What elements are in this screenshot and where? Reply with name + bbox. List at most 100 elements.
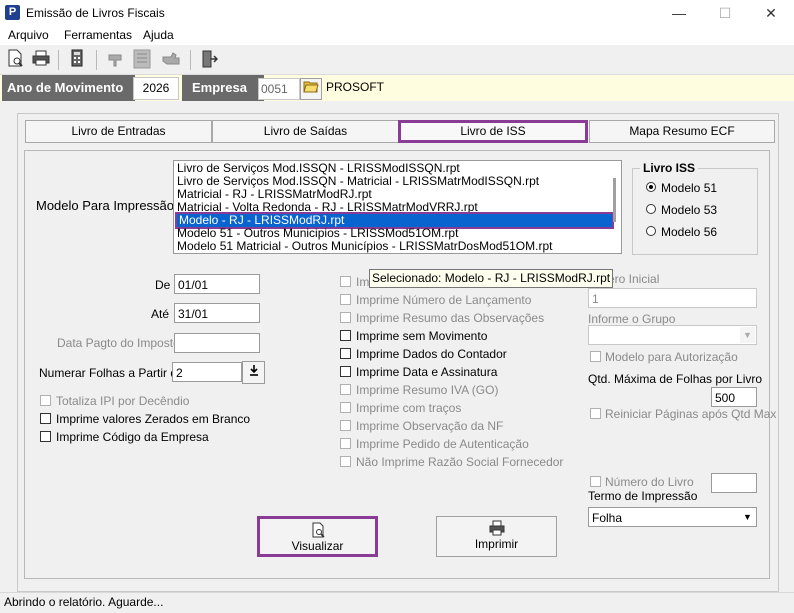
radio-label: Modelo 53 [661,203,718,217]
data-pagto-field[interactable] [174,333,260,353]
checkbox-sem-movimento[interactable] [340,330,351,341]
checkbox-totaliza-ipi[interactable] [40,395,51,406]
radio-modelo-56[interactable] [646,226,656,236]
checkbox-label: Imprime valores Zerados em Branco [56,412,251,426]
termo-value: Folha [592,511,623,525]
numero-inicial-field[interactable]: 1 [588,288,757,308]
checkbox-label: Imprime Observação da NF [356,419,504,433]
checkbox-label: Imprime com traços [356,401,462,415]
grupo-select[interactable]: ▼ [588,325,757,345]
print-icon [437,520,556,537]
new-document-icon[interactable] [4,49,26,71]
checkbox-dados-contador[interactable] [340,348,351,359]
list-scrollbar[interactable] [613,178,616,222]
ano-label: Ano de Movimento [2,75,135,101]
checkbox-resumo-observacoes[interactable] [340,312,351,323]
menu-arquivo[interactable]: Arquivo [8,28,49,42]
de-field[interactable]: 01/01 [174,274,260,294]
checkbox-razao-social[interactable] [340,456,351,467]
checkbox-com-tracos[interactable] [340,402,351,413]
checkbox-valores-zerados[interactable] [40,413,51,424]
download-arrow-icon[interactable] [242,361,265,384]
visualizar-button[interactable]: Visualizar [257,516,378,557]
checkbox-modelo-autorizacao[interactable] [590,351,601,362]
folder-open-icon[interactable] [300,78,322,100]
grupo-label: Informe o Grupo [588,312,676,326]
ano-field[interactable]: 2026 [133,77,179,100]
empresa-label: Empresa [182,75,264,101]
radio-label: Modelo 51 [661,181,718,195]
print-icon[interactable] [30,49,52,71]
checkbox-label: Imprime Data e Assinatura [356,365,498,379]
maximize-button[interactable]: ☐ [702,0,748,26]
notes-icon[interactable] [131,49,153,71]
radio-modelo-53[interactable] [646,204,656,214]
minimize-button[interactable]: — [656,0,702,26]
checkbox-label: Imprime Código da Empresa [56,430,209,444]
calculator-icon[interactable] [66,49,88,71]
numerar-label: Numerar Folhas a Partir de [39,366,184,380]
de-label: De [155,278,171,292]
qtd-max-field[interactable]: 500 [711,387,757,407]
imprimir-button[interactable]: Imprimir [436,516,557,557]
qtd-max-label: Qtd. Máxima de Folhas por Livro [588,372,763,386]
radio-label: Modelo 56 [661,225,718,239]
checkbox-label: Reiniciar Páginas após Qtd Max [605,407,777,421]
checkbox-label: Imprime Número de Lançamento [356,293,532,307]
toolbar-separator [58,50,59,70]
checkbox-label: Número do Livro [605,475,694,489]
numerar-field[interactable]: 2 [172,362,242,382]
termo-select[interactable]: Folha ▼ [588,507,757,527]
exit-door-icon[interactable] [198,49,220,71]
checkbox-middle-0[interactable] [340,276,351,287]
chevron-down-icon[interactable]: ▼ [740,327,755,343]
checkbox-resumo-iva[interactable] [340,384,351,395]
data-pagto-label: Data Pagto do Imposto [57,336,180,350]
numero-livro-field[interactable] [711,473,757,493]
pointing-hand-icon[interactable] [160,49,182,71]
checkbox-observacao-nf[interactable] [340,420,351,431]
window-title: Emissão de Livros Fiscais [26,6,165,20]
ate-field[interactable]: 31/01 [174,303,260,323]
checkbox-label: Não Imprime Razão Social Fornecedor [356,455,564,469]
modelo-label: Modelo Para Impressão [36,198,175,213]
ate-label: Até [151,307,170,321]
checkbox-numero-livro[interactable] [590,476,601,487]
status-text: Abrindo o relatório. Aguarde... [4,595,164,609]
tab-mapa-resumo-ecf[interactable]: Mapa Resumo ECF [589,120,775,143]
chevron-down-icon[interactable]: ▼ [740,509,755,525]
checkbox-label: Imprime Resumo IVA (GO) [356,383,499,397]
checkbox-label: Im [356,275,370,289]
menu-ajuda[interactable]: Ajuda [143,28,174,42]
tab-livro-saidas[interactable]: Livro de Saídas [212,120,399,143]
checkbox-data-assinatura[interactable] [340,366,351,377]
checkbox-label: Modelo para Autorização [605,350,738,364]
checkbox-label: Imprime Pedido de Autenticação [356,437,529,451]
checkbox-label: Totaliza IPI por Decêndio [56,394,190,408]
toolbar-separator [190,50,191,70]
checkbox-numero-lancamento[interactable] [340,294,351,305]
checkbox-label: Imprime Dados do Contador [356,347,507,361]
list-item[interactable]: Modelo 51 Matricial - Outros Municípios … [177,240,552,253]
checkbox-codigo-empresa[interactable] [40,431,51,442]
checkbox-reiniciar-paginas[interactable] [590,408,601,419]
preview-icon [260,522,375,539]
empresa-code-field[interactable]: 0051 [258,78,300,100]
visualizar-label: Visualizar [291,539,344,553]
tab-livro-iss[interactable]: Livro de ISS [398,120,588,143]
radio-modelo-51[interactable] [646,182,656,192]
livro-iss-title: Livro ISS [640,161,699,175]
tab-livro-entradas[interactable]: Livro de Entradas [25,120,212,143]
app-icon: P [5,5,20,20]
hand-icon[interactable] [104,49,126,71]
checkbox-label: Imprime Resumo das Observações [356,311,545,325]
menu-ferramentas[interactable]: Ferramentas [64,28,132,42]
modelo-listbox[interactable]: Livro de Serviços Mod.ISSQN - LRISSModIS… [173,160,622,254]
termo-label: Termo de Impressão [588,489,698,503]
checkbox-pedido-autenticacao[interactable] [340,438,351,449]
close-button[interactable]: ✕ [748,0,794,26]
checkbox-label: Imprime sem Movimento [356,329,488,343]
selection-tooltip: Selecionado: Modelo - RJ - LRISSModRJ.rp… [369,269,614,288]
imprimir-label: Imprimir [474,537,519,551]
toolbar-separator [96,50,97,70]
